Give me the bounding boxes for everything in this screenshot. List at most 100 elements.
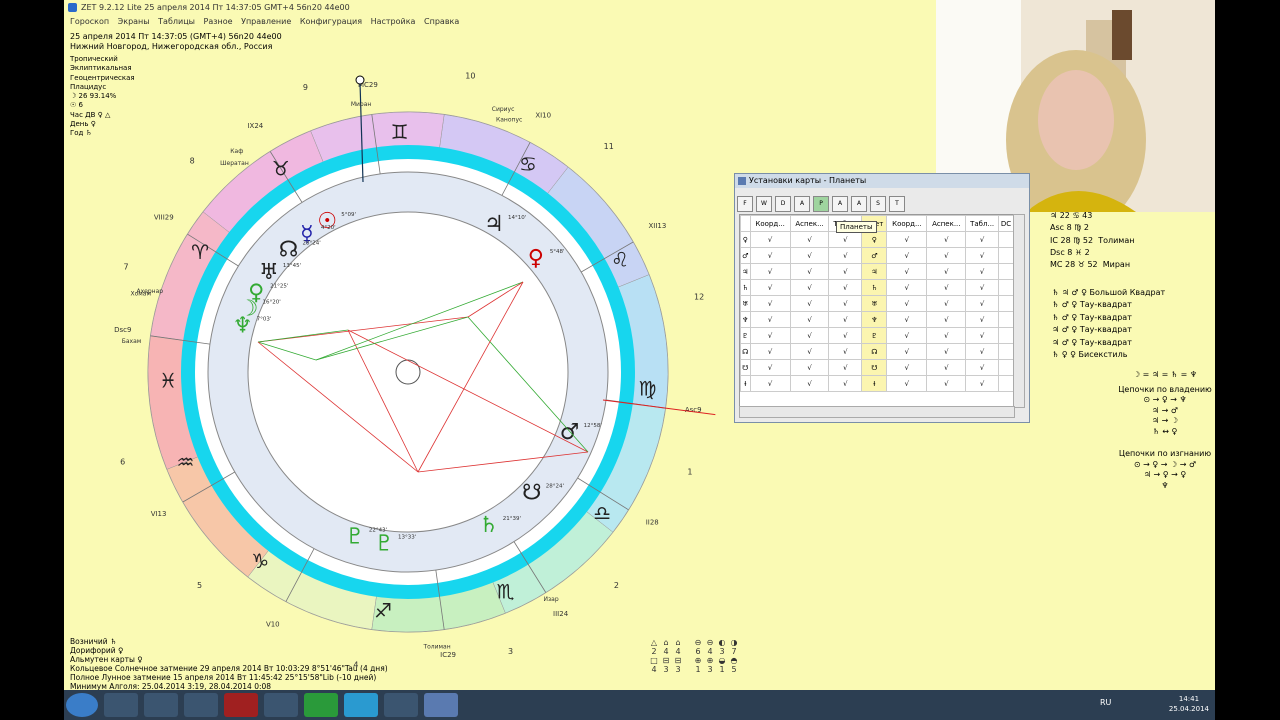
zodiac-sign-glyph: ♒ [177,450,195,474]
cusp-label: II28 [646,519,659,527]
taskbar-zet-icon[interactable] [424,693,458,717]
menu-control[interactable]: Управление [241,15,291,29]
menu-horoscope[interactable]: Гороскоп [70,15,109,29]
horoscope-wheel[interactable]: ♈♉♊♋♌♍♎♏♐♑♒♓101112123456789 MC29XI10XII13… [64,45,744,670]
table-row[interactable]: Ɨ √ √ √ Ɨ √ √ √ [740,375,1014,392]
house-number: 3 [508,647,513,656]
zodiac-sign-glyph: ♐ [374,599,392,623]
fixed-star-label: Бахам [122,338,142,345]
tool-button[interactable]: A [851,196,867,212]
house-number: 6 [120,458,125,467]
planet-degree: 22°43' [369,528,387,534]
table-row[interactable]: ♃ √ √ √ ♃ √ √ √ [740,263,1014,280]
planet-degree: 4°20' [321,225,336,231]
house-number: 4 [353,660,358,669]
planet-degree: 14°10' [508,215,526,221]
menu-misc[interactable]: Разное [204,15,233,29]
planet-glyph: ♇ [345,525,365,550]
planet-glyph: ♃ [484,212,504,237]
planet-degree: 21°25' [270,283,288,289]
taskbar-tool-icon[interactable] [384,693,418,717]
tool-button[interactable]: T [889,196,905,212]
planets-tool-button[interactable]: P [813,196,829,212]
house-number: 2 [614,581,619,590]
house-number: 7 [124,262,129,271]
taskbar-firefox-icon[interactable] [104,693,138,717]
tool-button[interactable]: D [775,196,791,212]
tool-button[interactable]: A [832,196,848,212]
language-indicator[interactable]: RU [1100,698,1111,707]
header-datetime: 25 апреля 2014 Пт 14:37:05 (GMT+4) 56n20… [70,32,282,41]
taskbar-skype-icon[interactable] [344,693,378,717]
start-button[interactable] [66,693,98,717]
fixed-star-label: Шератан [220,160,249,167]
planet-degree: 7°03' [257,317,272,323]
zodiac-sign-glyph: ♊ [391,120,409,144]
taskbar-app-icon[interactable] [264,693,298,717]
planet-glyph: ♇ [374,531,394,556]
planet-degree: 16°20' [263,300,281,306]
planet-degree: 5°09' [341,212,356,218]
cusp-label: IC29 [440,651,456,659]
cusp-label: IX24 [247,122,263,130]
planet-glyph: ☊ [279,237,299,262]
house-number: 8 [190,157,195,166]
vertical-scrollbar[interactable] [1013,214,1025,408]
taskbar-opera-icon[interactable] [224,693,258,717]
zodiac-sign-glyph: ♎ [593,501,611,525]
cusp-label: V10 [266,620,280,628]
table-row[interactable]: ♂ √ √ √ ♂ √ √ √ [740,247,1014,264]
tooltip: Планеты [836,221,877,233]
fixed-star-label: Каф [230,148,243,155]
planet-degree: 13°45' [283,263,301,269]
rulership-chains: ☽ = ♃ = ♄ = ♆ Цепочки по владению ⊙ → ♀ … [1118,370,1212,490]
house-number: 9 [303,83,308,92]
tool-button[interactable]: A [794,196,810,212]
zodiac-sign-glyph: ♏ [497,579,515,603]
mc-marker [355,75,365,85]
table-row[interactable]: ☋ √ √ √ ☋ √ √ √ [740,359,1014,376]
tool-button[interactable]: W [756,196,772,212]
window-title: ZET 9.2.12 Lite 25 апреля 2014 Пт 14:37:… [81,3,350,12]
table-row[interactable]: ♀ √ √ √ ♀ √ √ √ [740,231,1014,248]
house-number: 1 [687,468,692,477]
taskbar-explorer-icon[interactable] [144,693,178,717]
tool-button[interactable]: S [870,196,886,212]
table-row[interactable]: ♇ √ √ √ ♇ √ √ √ [740,327,1014,344]
dialog-title: Установки карты - Планеты [735,174,1029,188]
cusp-label: VIII29 [154,213,174,221]
menu-help[interactable]: Справка [424,15,459,29]
tool-button[interactable]: F [737,196,753,212]
menu-settings[interactable]: Настройка [371,15,416,29]
fixed-star-label: Канопус [496,117,522,124]
bottom-line: Полное Лунное затмение 15 апреля 2014 Вт… [70,673,377,682]
planet-glyph: ♄ [479,513,499,538]
dialog-toolbar: FWDAPAAST [735,188,1029,212]
horizontal-scrollbar[interactable] [739,406,1015,418]
zodiac-sign-glyph: ♓ [159,368,177,392]
planet-glyph: ♀ [528,246,544,271]
table-row[interactable]: ♅ √ √ √ ♅ √ √ √ [740,295,1014,312]
taskbar-utorrent-icon[interactable] [304,693,338,717]
black-left-border [0,0,64,720]
menu-tables[interactable]: Таблицы [158,15,195,29]
planet-degree: 28°24' [546,483,564,489]
clock[interactable]: 14:41 25.04.2014 [1169,694,1209,714]
taskbar: RU 14:41 25.04.2014 [64,690,1215,720]
zodiac-sign-glyph: ♍ [638,377,656,401]
planet-degree: 5°48' [550,249,565,255]
cusp-label: VI13 [151,510,167,518]
menu-screens[interactable]: Экраны [118,15,150,29]
app-icon [68,3,77,12]
planets-settings-dialog[interactable]: Установки карты - Планеты FWDAPAAST Коор… [734,173,1030,423]
house-number: 11 [604,142,614,151]
planet-degree: 21°39' [503,516,521,522]
menu-configuration[interactable]: Конфигурация [300,15,362,29]
table-row[interactable]: ♆ √ √ √ ♆ √ √ √ [740,311,1014,328]
right-info: ♃ 22 ♋ 43 Asc 8 ♍ 2 IC 28 ♍ 52 Толиман D… [1050,211,1135,270]
table-row[interactable]: ♄ √ √ √ ♄ √ √ √ [740,279,1014,296]
taskbar-word-icon[interactable] [184,693,218,717]
table-row[interactable]: ☊ √ √ √ ☊ √ √ √ [740,343,1014,360]
black-right-border [1215,0,1280,720]
house-number: 5 [197,581,202,590]
